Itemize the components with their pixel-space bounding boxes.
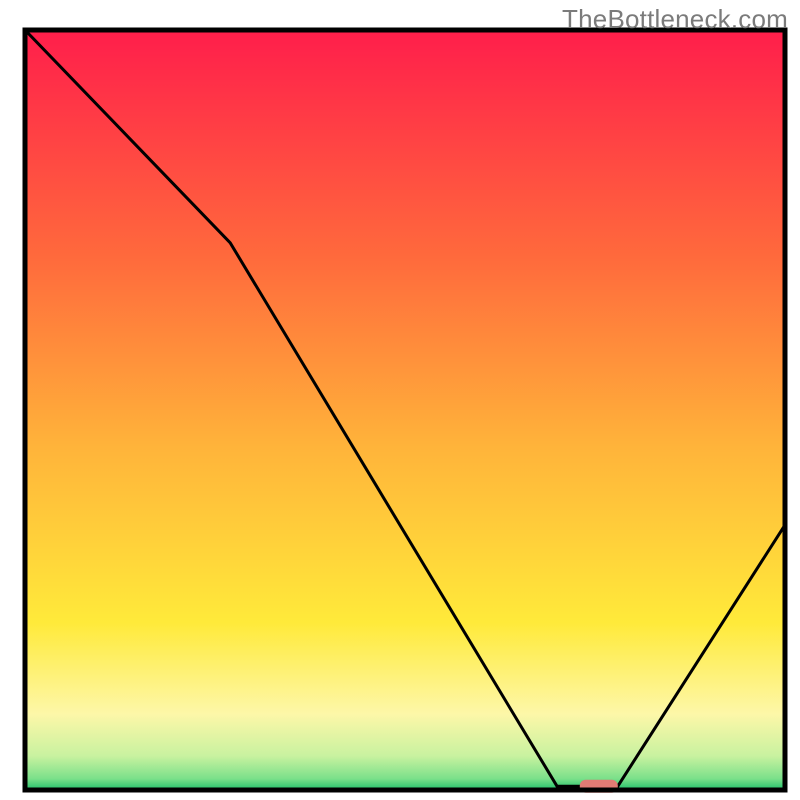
gradient-background — [25, 30, 785, 790]
chart-container: TheBottleneck.com — [0, 0, 800, 800]
watermark-text: TheBottleneck.com — [562, 4, 788, 35]
bottleneck-chart — [0, 0, 800, 800]
